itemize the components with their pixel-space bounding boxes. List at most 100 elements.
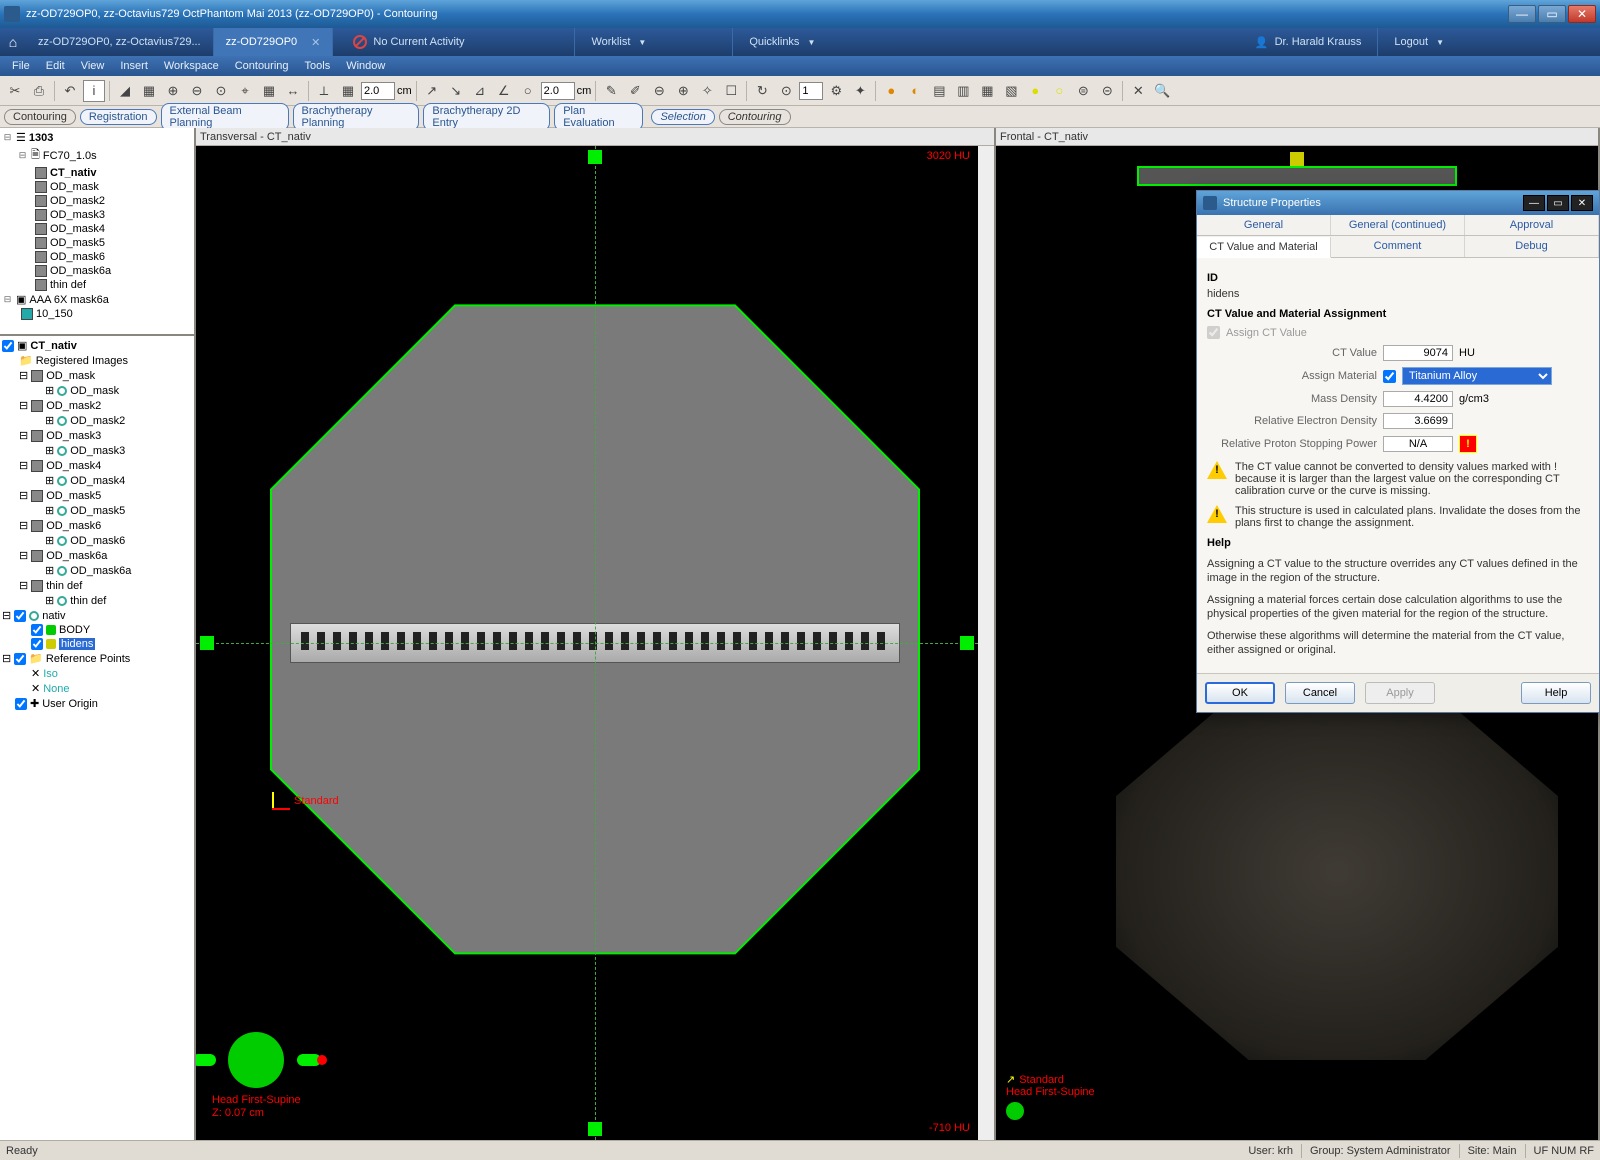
zoom-in-icon[interactable]: ⊕: [162, 80, 184, 102]
info-icon[interactable]: i: [83, 80, 105, 102]
tool-icon[interactable]: ↻: [751, 80, 773, 102]
tool-icon[interactable]: ↔: [282, 80, 304, 102]
tool-icon[interactable]: ●: [880, 80, 902, 102]
patient-tab-2[interactable]: zz-OD729OP0✕: [214, 28, 334, 56]
slice-marker[interactable]: [588, 150, 602, 164]
3d-view[interactable]: ↗Standard Head First-Supine: [996, 643, 1598, 1140]
tool-icon[interactable]: ○: [1048, 80, 1070, 102]
dialog-tab-comment[interactable]: Comment: [1331, 236, 1465, 257]
tab-planeval[interactable]: Plan Evaluation: [554, 103, 643, 131]
assign-material-checkbox[interactable]: [1383, 370, 1396, 383]
crosshair-vertical[interactable]: [595, 146, 596, 1140]
tool-icon[interactable]: ⊜: [1072, 80, 1094, 102]
tool-icon[interactable]: ⊕: [672, 80, 694, 102]
ok-button[interactable]: OK: [1205, 682, 1275, 704]
dialog-maximize-button[interactable]: ▭: [1547, 195, 1569, 211]
logout-dropdown[interactable]: Logout▼: [1377, 28, 1460, 56]
count-input[interactable]: [799, 82, 823, 100]
cancel-button[interactable]: Cancel: [1285, 682, 1355, 704]
menu-workspace[interactable]: Workspace: [158, 58, 225, 74]
close-button[interactable]: ✕: [1568, 5, 1596, 23]
zoom-out-icon[interactable]: ⊖: [186, 80, 208, 102]
tool-icon[interactable]: ◢: [114, 80, 136, 102]
tab-ebp[interactable]: External Beam Planning: [161, 103, 289, 131]
tree-checkbox[interactable]: [14, 653, 26, 665]
tool-icon[interactable]: ✂: [4, 80, 26, 102]
tool-icon[interactable]: ↘: [445, 80, 467, 102]
material-select[interactable]: Titanium Alloy: [1402, 367, 1552, 385]
menu-file[interactable]: File: [6, 58, 36, 74]
help-button[interactable]: Help: [1521, 682, 1591, 704]
close-tab-icon[interactable]: ✕: [311, 36, 320, 49]
tree-checkbox[interactable]: [2, 340, 14, 352]
tool-icon[interactable]: ⟂: [313, 80, 335, 102]
tool-icon[interactable]: ☐: [720, 80, 742, 102]
tool-icon[interactable]: ◐: [904, 80, 926, 102]
tool-icon[interactable]: ⊝: [1096, 80, 1118, 102]
grid-icon[interactable]: ▦: [337, 80, 359, 102]
tree-checkbox[interactable]: [14, 610, 26, 622]
tool-icon[interactable]: ⎙: [28, 80, 50, 102]
dialog-tab-general2[interactable]: General (continued): [1331, 215, 1465, 235]
tab-brachy[interactable]: Brachytherapy Planning: [293, 103, 420, 131]
tool-icon[interactable]: ⊙: [210, 80, 232, 102]
activity-indicator[interactable]: No Current Activity: [343, 28, 474, 56]
tool-icon[interactable]: ✦: [849, 80, 871, 102]
tool-icon[interactable]: ⊖: [648, 80, 670, 102]
transversal-view[interactable]: 3020 HU -710 HU Standard: [196, 146, 994, 1140]
tool-icon[interactable]: ▧: [1000, 80, 1022, 102]
menu-insert[interactable]: Insert: [114, 58, 154, 74]
tab-brachy2d[interactable]: Brachytherapy 2D Entry: [423, 103, 550, 131]
dialog-tab-general[interactable]: General: [1197, 215, 1331, 235]
dialog-tab-approval[interactable]: Approval: [1465, 215, 1599, 235]
menu-view[interactable]: View: [75, 58, 111, 74]
spacing-input-1[interactable]: [361, 82, 395, 100]
tool-icon[interactable]: ↗: [421, 80, 443, 102]
tool-icon[interactable]: ○: [517, 80, 539, 102]
tab-selection[interactable]: Selection: [651, 109, 714, 125]
spacing-input-2[interactable]: [541, 82, 575, 100]
slice-marker[interactable]: [200, 636, 214, 650]
tool-icon[interactable]: ⚙: [825, 80, 847, 102]
tool-icon[interactable]: ✧: [696, 80, 718, 102]
tab-registration[interactable]: Registration: [80, 109, 157, 125]
tool-icon[interactable]: ●: [1024, 80, 1046, 102]
tree-checkbox[interactable]: [31, 624, 43, 636]
tool-icon[interactable]: ∠: [493, 80, 515, 102]
dialog-tab-ctvalue[interactable]: CT Value and Material: [1197, 237, 1331, 258]
maximize-button[interactable]: ▭: [1538, 5, 1566, 23]
slice-marker[interactable]: [588, 1122, 602, 1136]
menu-window[interactable]: Window: [340, 58, 391, 74]
dialog-close-button[interactable]: ✕: [1571, 195, 1593, 211]
menu-edit[interactable]: Edit: [40, 58, 71, 74]
tool-icon[interactable]: ⊿: [469, 80, 491, 102]
worklist-dropdown[interactable]: Worklist▼: [574, 28, 662, 56]
tree-checkbox[interactable]: [15, 698, 27, 710]
tree-checkbox[interactable]: [31, 638, 43, 650]
ct-value-input[interactable]: [1383, 345, 1453, 361]
tool-icon[interactable]: ↶: [59, 80, 81, 102]
brush-icon[interactable]: ✐: [624, 80, 646, 102]
crosshair-horizontal[interactable]: [196, 643, 978, 644]
dialog-minimize-button[interactable]: —: [1523, 195, 1545, 211]
tool-icon[interactable]: ✕: [1127, 80, 1149, 102]
tool-icon[interactable]: ▤: [928, 80, 950, 102]
menu-contouring[interactable]: Contouring: [229, 58, 295, 74]
tool-icon[interactable]: 🔍: [1151, 80, 1173, 102]
slice-marker[interactable]: [960, 636, 974, 650]
scrollbar[interactable]: [978, 146, 994, 1140]
tool-icon[interactable]: ⌖: [234, 80, 256, 102]
tool-icon[interactable]: ▦: [976, 80, 998, 102]
slice-marker[interactable]: [1290, 152, 1304, 166]
tool-icon[interactable]: ⊙: [775, 80, 797, 102]
series-tree[interactable]: ⊟☰ 1303 ⊟🗎 FC70_1.0s CT_nativ OD_mask OD…: [0, 128, 194, 336]
tool-icon[interactable]: ▦: [138, 80, 160, 102]
dialog-tab-debug[interactable]: Debug: [1465, 236, 1599, 257]
structure-tree[interactable]: ▣ CT_nativ 📁 Registered Images ⊟ OD_mask…: [0, 336, 194, 1140]
tab-contouring-mode[interactable]: Contouring: [719, 109, 791, 125]
minimize-button[interactable]: —: [1508, 5, 1536, 23]
menu-tools[interactable]: Tools: [299, 58, 337, 74]
tool-icon[interactable]: ▦: [258, 80, 280, 102]
quicklinks-dropdown[interactable]: Quicklinks▼: [732, 28, 831, 56]
home-icon[interactable]: ⌂: [0, 28, 26, 56]
